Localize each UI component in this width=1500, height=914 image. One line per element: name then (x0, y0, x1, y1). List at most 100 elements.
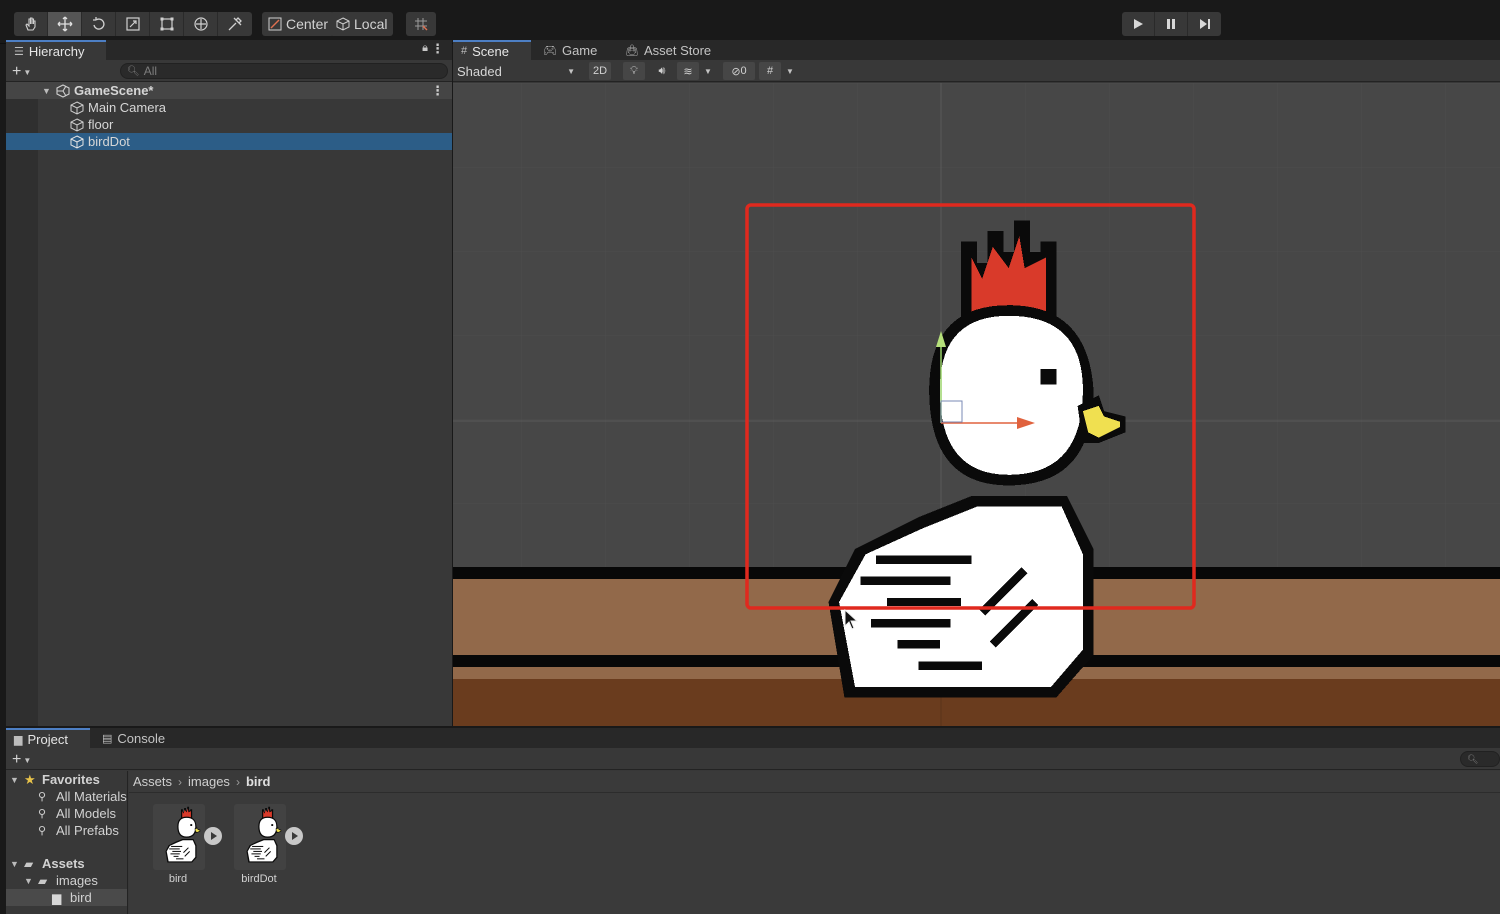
breadcrumb-item[interactable]: bird (246, 774, 271, 789)
lock-icon[interactable]: 🔒︎ (422, 42, 428, 55)
toggle-2d-label: 2D (592, 65, 608, 77)
grid-toggle[interactable]: # (759, 62, 781, 80)
play-button[interactable] (1122, 12, 1155, 36)
breadcrumb-item[interactable]: Assets (133, 774, 172, 789)
toggle-2d-button[interactable]: 2D (589, 62, 611, 80)
pivot-mode-button[interactable]: Center (262, 12, 335, 36)
lighting-toggle[interactable]: 💡︎ (623, 62, 645, 80)
pivot-space-button[interactable]: Local (330, 12, 394, 36)
hand-tool-button[interactable] (14, 12, 48, 36)
chevron-right-icon: › (178, 774, 183, 789)
create-dropdown[interactable]: + ▼ (12, 63, 31, 81)
plus-icon: + (12, 751, 22, 768)
tab-asset-store-label: Asset Store (643, 42, 712, 58)
hierarchy-item-label: birdDot (88, 134, 130, 149)
audio-toggle[interactable]: 🔊︎ (651, 62, 673, 80)
hierarchy-tree (6, 83, 452, 726)
bird-head (259, 817, 277, 837)
tab-game[interactable]: 🎮︎ Game (535, 40, 605, 60)
folder-images[interactable]: ▼ ▰ images (6, 872, 127, 889)
transform-tool-button[interactable] (184, 12, 218, 36)
chevron-down-icon: ▼ (23, 67, 32, 77)
search-icon: 🔍︎ (127, 65, 140, 77)
tab-console[interactable]: ▤ Console (94, 728, 173, 748)
step-icon (1199, 19, 1210, 29)
foldout-arrow-icon[interactable]: ▼ (24, 876, 33, 886)
rect-icon (160, 17, 173, 31)
tab-asset-store[interactable]: 👜︎ Asset Store (617, 40, 719, 60)
pivot-center-icon (268, 17, 282, 31)
hierarchy-item-label: floor (88, 117, 114, 132)
play-animation-icon[interactable] (204, 827, 222, 845)
hidden-objects-toggle[interactable]: ⊘ 0 (723, 62, 755, 80)
hierarchy-panel: ☰ Hierarchy 🔒︎ ⋮ + ▼ 🔍︎ All ▼ GameScene* … (6, 40, 452, 726)
asset-bird[interactable]: bird (153, 804, 223, 886)
scene-panel: # Scene 🎮︎ Game 👜︎ Asset Store Shaded ▼ … (453, 40, 1500, 726)
folder-label: images (56, 873, 98, 888)
foldout-arrow-icon[interactable]: ▼ (10, 775, 19, 785)
rotate-tool-button[interactable] (82, 12, 116, 36)
asset-birddot[interactable]: birdDot (234, 804, 304, 886)
project-search-input[interactable]: 🔍︎ (1460, 751, 1500, 767)
hierarchy-item-label: Main Camera (88, 100, 167, 115)
rotate-icon (92, 17, 105, 30)
speaker-icon: 🔊︎ (658, 64, 666, 77)
plus-icon: + (12, 63, 22, 80)
tab-hierarchy[interactable]: ☰ Hierarchy (6, 40, 106, 60)
chevron-down-icon: ▼ (567, 66, 575, 76)
assets-row[interactable]: ▼ ▰ Assets (6, 855, 127, 872)
shading-mode-dropdown[interactable]: Shaded ▼ (453, 62, 579, 80)
effects-toggle[interactable]: ≋ (677, 62, 699, 80)
project-folder-tree: ▼ ★ Favorites ⚲ All Materials ⚲ All Mode… (6, 771, 128, 914)
chevron-down-icon: ▼ (23, 755, 32, 765)
bird-eye (1040, 368, 1057, 385)
play-icon (1134, 19, 1143, 29)
breadcrumb-item[interactable]: images (188, 774, 230, 789)
scene-viewport[interactable] (453, 83, 1500, 726)
search-icon: 🔍︎ (1467, 753, 1479, 764)
grid-dropdown[interactable]: ▼ (783, 62, 797, 80)
hierarchy-search-input[interactable]: 🔍︎ All (120, 63, 448, 79)
favorite-label: All Prefabs (56, 823, 119, 838)
bird-eye (190, 824, 193, 826)
favorite-all-prefabs[interactable]: ⚲ All Prefabs (6, 822, 127, 839)
assets-label: Assets (42, 856, 85, 871)
bird-body (247, 840, 277, 862)
scale-tool-button[interactable] (116, 12, 150, 36)
custom-tool-button[interactable] (218, 12, 252, 36)
foldout-arrow-icon[interactable]: ▼ (42, 86, 51, 96)
grid-icon: # (766, 65, 774, 77)
foldout-arrow-icon[interactable]: ▼ (10, 859, 19, 869)
bird-body (166, 840, 196, 862)
rect-tool-button[interactable] (150, 12, 184, 36)
pause-button[interactable] (1155, 12, 1188, 36)
tab-scene[interactable]: # Scene (453, 40, 531, 60)
effects-dropdown[interactable]: ▼ (701, 62, 715, 80)
hierarchy-item-floor[interactable]: floor (6, 116, 452, 133)
lightbulb-icon: 💡︎ (630, 64, 638, 77)
favorite-all-models[interactable]: ⚲ All Models (6, 805, 127, 822)
grid-snap-button[interactable] (406, 12, 436, 36)
hierarchy-item-birddot[interactable]: birdDot (6, 133, 452, 150)
play-animation-icon[interactable] (285, 827, 303, 845)
transform-icon (193, 17, 208, 31)
chevron-down-icon: ▼ (786, 66, 794, 76)
unity-scene-icon (56, 83, 70, 98)
step-button[interactable] (1188, 12, 1221, 36)
tab-project[interactable]: ▆ Project (6, 728, 90, 748)
create-asset-dropdown[interactable]: + ▼ (12, 751, 31, 769)
favorites-label: Favorites (42, 772, 100, 787)
chevron-right-icon: › (235, 774, 240, 789)
scene-row[interactable]: ▼ GameScene* ⋮ (6, 82, 452, 99)
tab-game-label: Game (561, 42, 598, 58)
hierarchy-item-main-camera[interactable]: Main Camera (6, 99, 452, 116)
shading-mode-value: Shaded (457, 63, 502, 79)
move-tool-button[interactable] (48, 12, 82, 36)
panel-menu-icon[interactable]: ⋮ (431, 41, 444, 57)
chevron-down-icon: ▼ (704, 66, 712, 76)
favorites-row[interactable]: ▼ ★ Favorites (6, 771, 127, 788)
favorite-all-materials[interactable]: ⚲ All Materials (6, 788, 127, 805)
play-controls (1122, 12, 1221, 36)
folder-bird[interactable]: ▆ bird (6, 889, 127, 906)
scene-menu-icon[interactable]: ⋮ (431, 83, 444, 99)
